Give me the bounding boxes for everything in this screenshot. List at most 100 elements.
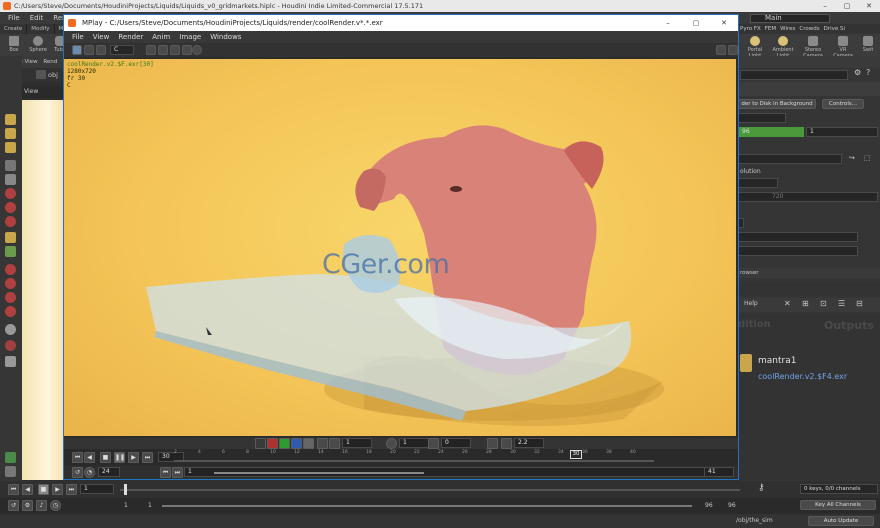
help-menu[interactable]: Help: [744, 300, 758, 307]
hou-current-frame[interactable]: 1: [80, 484, 114, 494]
link-icon[interactable]: [317, 438, 328, 449]
maximize-icon[interactable]: ▢: [836, 0, 858, 12]
pose-tool-icon[interactable]: [5, 160, 16, 171]
mplay-maximize-icon[interactable]: ▢: [682, 15, 710, 31]
mplay-menu-file[interactable]: File: [72, 33, 84, 41]
hou-range-end[interactable]: 96: [705, 502, 713, 509]
go-end-icon[interactable]: ⏭: [142, 452, 153, 463]
hou-go-end-icon[interactable]: ⏭: [66, 484, 77, 495]
hou-audio-icon[interactable]: ♪: [36, 500, 47, 511]
frame-start-field[interactable]: 96: [738, 127, 804, 137]
select-tool-icon[interactable]: [5, 114, 16, 125]
tool-box[interactable]: Box: [2, 36, 26, 53]
list-icon[interactable]: ☰: [838, 299, 845, 308]
flipbook-icon[interactable]: [5, 356, 16, 367]
view-mode-icon[interactable]: [72, 45, 82, 55]
node-select-icon[interactable]: ⬚: [864, 154, 871, 162]
loop-icon[interactable]: ↺: [72, 467, 83, 478]
desktop-selector[interactable]: Main: [750, 14, 830, 23]
network-icon[interactable]: ⊟: [856, 299, 863, 308]
hou-realtime-icon[interactable]: ⚙: [22, 500, 33, 511]
light-tool-icon[interactable]: [5, 232, 16, 243]
layout-split-icon[interactable]: [728, 45, 738, 55]
valid-frame-field[interactable]: [738, 113, 786, 123]
hou-frame-indicator[interactable]: [124, 484, 127, 495]
mplay-field-1[interactable]: 1: [342, 438, 372, 448]
gamma-icon[interactable]: [501, 438, 512, 449]
mplay-menu-windows[interactable]: Windows: [210, 33, 241, 41]
go-start-icon[interactable]: ⏮: [72, 452, 83, 463]
mplay-menu-render[interactable]: Render: [118, 33, 143, 41]
mantra-node-icon[interactable]: [740, 354, 752, 372]
range-start-icon[interactable]: ⏮: [160, 467, 171, 478]
auto-update-button[interactable]: Auto Update: [808, 516, 874, 526]
node-name[interactable]: mantra1: [758, 356, 796, 366]
gamma-field[interactable]: 2.2: [514, 438, 544, 448]
render-engine-field[interactable]: [738, 232, 858, 242]
hou-playback-icon[interactable]: ◷: [50, 500, 61, 511]
display-icon[interactable]: [84, 45, 94, 55]
snap-point-icon[interactable]: [5, 278, 16, 289]
node-jump-icon[interactable]: ↪: [849, 154, 855, 162]
frame-end-field[interactable]: 1: [806, 127, 878, 137]
camera-field[interactable]: [738, 154, 842, 164]
mplay-menu-view[interactable]: View: [93, 33, 110, 41]
display-options-icon[interactable]: [5, 466, 16, 477]
hou-go-start-icon[interactable]: ⏮: [8, 484, 19, 495]
hou-range-slider[interactable]: [162, 505, 692, 507]
hou-play-icon[interactable]: ▶: [52, 484, 63, 495]
tool-switcher[interactable]: Swit: [858, 36, 878, 53]
handle-tool-icon[interactable]: [5, 174, 16, 185]
move-tool-icon[interactable]: [5, 128, 16, 139]
shelf-tab-pyro[interactable]: Pyro FX: [740, 24, 761, 34]
shelf-tab-drive[interactable]: Drive Si: [824, 24, 845, 34]
snapshot-icon[interactable]: [716, 45, 726, 55]
blue-channel-icon[interactable]: [291, 438, 302, 449]
brightness-icon[interactable]: [428, 438, 439, 449]
red-channel-icon[interactable]: [267, 438, 278, 449]
snap-prim-icon[interactable]: [5, 292, 16, 303]
shelf-tab-wires[interactable]: Wires: [780, 24, 795, 34]
snap-grid-icon[interactable]: [5, 216, 16, 227]
help-icon[interactable]: ?: [866, 68, 870, 77]
snap-icon[interactable]: [5, 202, 16, 213]
menu-file[interactable]: File: [8, 14, 20, 22]
ipr-icon[interactable]: [5, 340, 16, 351]
range-end-icon[interactable]: ⏭: [172, 467, 183, 478]
shelf-tab-create[interactable]: Create: [0, 24, 28, 34]
green-channel-icon[interactable]: [279, 438, 290, 449]
info-icon[interactable]: [192, 45, 202, 55]
exposure-icon[interactable]: [329, 438, 340, 449]
mplay-field-2[interactable]: 1: [399, 438, 429, 448]
tool-sphere[interactable]: Sphere: [26, 36, 50, 53]
shelf-tab-fem[interactable]: FEM: [765, 24, 776, 34]
path-obj[interactable]: obj: [48, 71, 58, 79]
close-icon[interactable]: ✕: [858, 0, 880, 12]
camera-tool-icon[interactable]: [5, 246, 16, 257]
stop-icon[interactable]: ■: [100, 452, 111, 463]
hou-range-start2[interactable]: 1: [148, 502, 152, 509]
render-image[interactable]: coolRender.v2.$F.exr[30] 1280x720 fr 30 …: [64, 59, 736, 436]
gear-icon[interactable]: ⚙: [854, 68, 861, 77]
zoom-in-icon[interactable]: [146, 45, 156, 55]
channel-select[interactable]: C: [110, 45, 134, 55]
magnet-icon[interactable]: [5, 264, 16, 275]
lock-icon[interactable]: [182, 45, 192, 55]
node-path-field[interactable]: [740, 70, 848, 80]
range-end-field[interactable]: 41: [704, 467, 734, 477]
wrench-icon[interactable]: ✕: [784, 299, 791, 308]
hou-loop-icon[interactable]: ↺: [8, 500, 19, 511]
record-icon[interactable]: [5, 188, 16, 199]
mplay-menu-anim[interactable]: Anim: [152, 33, 170, 41]
browser-tab[interactable]: rowser: [738, 268, 880, 278]
grid-icon[interactable]: ⊡: [820, 299, 827, 308]
fps-field[interactable]: 24: [98, 467, 120, 477]
snap-multi-icon[interactable]: [5, 306, 16, 317]
output-picture-field[interactable]: [738, 246, 858, 256]
play-reverse-icon[interactable]: ◀: [84, 452, 95, 463]
layout-icon[interactable]: ⊞: [802, 299, 809, 308]
mplay-close-icon[interactable]: ✕: [710, 15, 738, 31]
key-all-channels-button[interactable]: Key All Channels: [800, 500, 876, 510]
mplay-field-3[interactable]: 0: [441, 438, 471, 448]
color-picker-icon[interactable]: [255, 438, 266, 449]
